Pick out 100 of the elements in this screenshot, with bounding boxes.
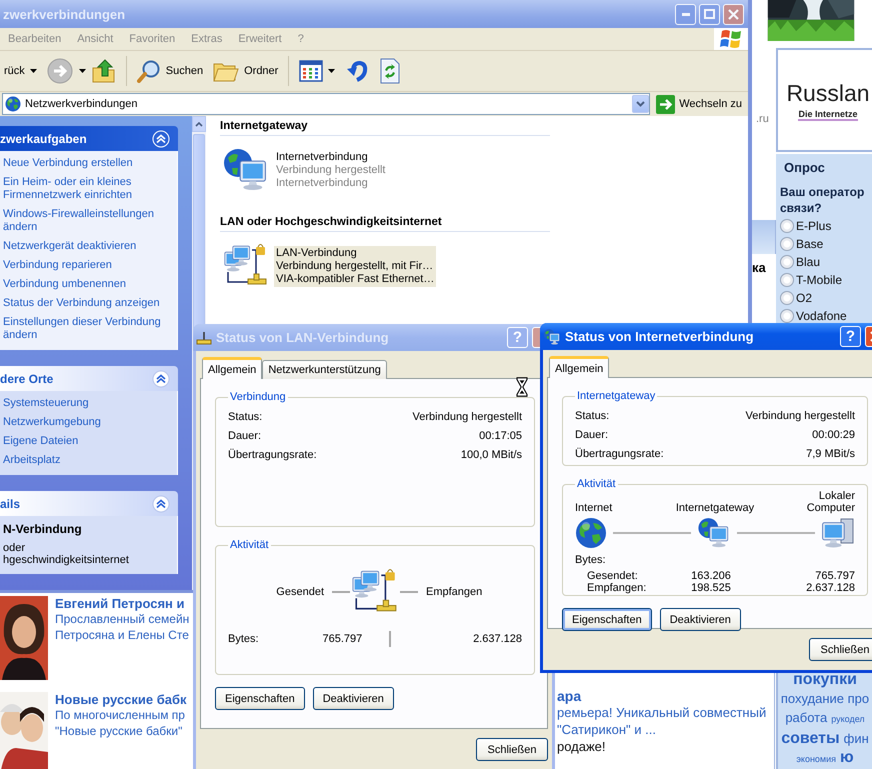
dialog-button[interactable]: Deaktivieren (660, 608, 741, 631)
tag-link[interactable]: экономия (796, 750, 836, 769)
chevron-down-icon (636, 101, 646, 107)
task-link[interactable]: Systemsteuerung (3, 397, 171, 410)
views-grid-icon (299, 60, 324, 82)
heading-fragment: ка (751, 260, 767, 275)
dialog-button[interactable]: Deaktivieren (312, 687, 394, 710)
logo-banner[interactable]: Russlan Die Internetze (776, 48, 872, 152)
group-title: Aktivität (229, 539, 270, 551)
panel-header[interactable]: dere Orte (0, 366, 178, 391)
field-label: Status: (575, 410, 610, 422)
poll-title: Опрос (783, 159, 826, 177)
option-label: Blau (796, 254, 820, 268)
chevron-up-icon (195, 122, 203, 126)
radio-button[interactable] (780, 290, 794, 304)
address-field[interactable]: Netzwerkverbindungen (2, 93, 650, 115)
close-dialog-button[interactable]: Schließen (809, 638, 872, 661)
bytes-label: Bytes: (575, 554, 607, 566)
tag-link[interactable]: рукодел (831, 710, 865, 729)
news-title[interactable]: Евгений Петросян и (55, 596, 190, 611)
window-title: zwerkverbindungen (2, 6, 126, 22)
menu-item[interactable]: ? (290, 29, 312, 49)
dropdown-button[interactable] (632, 95, 650, 113)
back-button[interactable]: rück (0, 54, 41, 88)
column-label: Internetgateway (674, 502, 756, 514)
radio-button[interactable] (780, 218, 794, 232)
connection-item[interactable]: Internetverbindung Verbindung hergestellt Internetverbindung (220, 146, 748, 194)
close-dialog-button[interactable]: Schließen (476, 738, 548, 761)
task-link[interactable]: Netzwerkumgebung (3, 416, 171, 429)
field-label: Dauer: (228, 430, 262, 442)
menu-item[interactable]: Ansicht (69, 29, 122, 49)
dialog-title: Status von LAN-Verbindung (216, 330, 390, 345)
tab[interactable]: Netzwerkunterstützung (262, 360, 387, 379)
task-link[interactable]: Eigene Dateien (3, 435, 171, 448)
task-link[interactable]: Neue Verbindung erstellen (3, 157, 171, 170)
received-label: Empfangen (426, 586, 482, 598)
task-link[interactable]: Windows-Firewalleinstellungen ändern (3, 208, 171, 234)
task-link[interactable]: Arbeitsplatz (3, 454, 171, 467)
folders-button[interactable]: Ordner (209, 54, 282, 88)
field-label: Dauer: (575, 429, 610, 441)
dialog-button[interactable]: Eigenschaften (215, 687, 305, 710)
tab[interactable]: Allgemein (202, 357, 262, 379)
bytes-sent: 765.797 (322, 633, 362, 645)
field-label: Übertragungsrate: (575, 448, 665, 460)
go-button[interactable]: Wechseln zu (654, 94, 744, 114)
radio-button[interactable] (780, 236, 794, 250)
connection-item[interactable]: LAN-Verbindung Verbindung hergestellt, mit Fir… VIA-kompatibler Fast Ethernet… (220, 242, 748, 290)
radio-button[interactable] (780, 254, 794, 268)
scroll-up-button[interactable] (192, 116, 206, 132)
logo-tagline: Die Internetze (798, 108, 858, 120)
task-link[interactable]: Status der Verbindung anzeigen (3, 297, 171, 310)
connection-detail: Verbindung hergestellt (276, 164, 386, 176)
search-button[interactable]: Suchen (132, 54, 208, 88)
panel-header[interactable]: ails (0, 491, 178, 516)
bytes-received: 2.637.128 (472, 633, 522, 645)
tag-link[interactable]: работа (785, 708, 828, 727)
tag-link[interactable]: фин (844, 729, 869, 748)
tag-link[interactable]: покупки (793, 670, 857, 689)
option-label: Base (796, 236, 824, 250)
group-title: Verbindung (229, 391, 287, 403)
folder-up-icon (92, 58, 116, 84)
field-value: 7,9 MBit/s (805, 448, 855, 460)
section-header (750, 220, 776, 254)
tag-link[interactable]: советы (781, 729, 840, 748)
collapse-icon[interactable] (152, 494, 170, 512)
menu-item[interactable]: Bearbeiten (0, 29, 70, 49)
search-icon (136, 59, 161, 83)
tab[interactable]: Allgemein (549, 356, 610, 378)
group-title: Aktivität (576, 478, 617, 490)
panel-title: dere Orte (0, 372, 54, 386)
site-address: .ru (755, 113, 770, 125)
tag-link[interactable]: ю (840, 748, 854, 767)
field-label: Status: (228, 411, 264, 423)
tag-link[interactable]: похудание про (780, 689, 870, 708)
help-button[interactable]: ? (840, 326, 861, 347)
minimize-icon (682, 12, 690, 16)
task-link[interactable]: Netzwerkgerät deaktivieren (3, 240, 171, 253)
connection-name: Internetverbindung (276, 150, 369, 164)
panel-header[interactable]: zwerkaufgaben (0, 126, 178, 151)
maximize-icon (704, 9, 715, 19)
close-button[interactable] (723, 4, 744, 24)
radio-button[interactable] (780, 272, 794, 286)
maximize-button[interactable] (699, 4, 720, 24)
field-label: Übertragungsrate: (228, 449, 318, 461)
news-title[interactable]: Новые русские бабк (55, 692, 187, 707)
news-note: родаже! (557, 738, 607, 756)
news-title[interactable]: ара (557, 688, 774, 704)
minimize-button[interactable] (675, 4, 696, 24)
task-link[interactable]: Verbindung umbenennen (3, 278, 171, 291)
task-link[interactable]: Ein Heim- oder ein kleines Firmennetzwerk einrichten (3, 176, 171, 202)
dialog-button[interactable]: Eigenschaften (562, 608, 652, 631)
menu-item[interactable]: Erweitert (230, 29, 290, 49)
task-link[interactable]: Verbindung reparieren (3, 259, 171, 272)
menu-item[interactable]: Extras (183, 29, 230, 49)
menu-item[interactable]: Favoriten (121, 29, 184, 49)
collapse-icon[interactable] (152, 370, 170, 388)
radio-button[interactable] (780, 308, 794, 322)
task-link[interactable]: Einstellungen dieser Verbindung ändern (3, 316, 171, 342)
dialog-title: Status von Internetverbindung (565, 329, 755, 344)
news-text: "Новые русские бабки" (55, 723, 184, 739)
